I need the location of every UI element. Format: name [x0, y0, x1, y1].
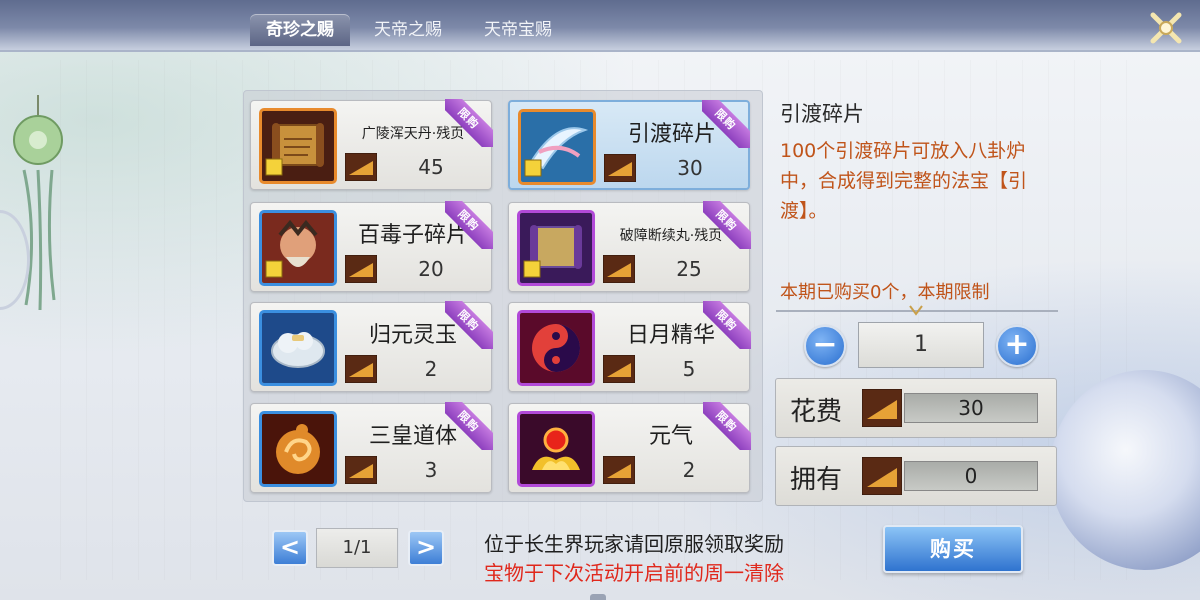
page-indicator: 1/1: [316, 528, 398, 568]
blade-fragment-icon: [518, 109, 596, 185]
item-price: 3: [424, 458, 438, 482]
purchase-limit-text: 本期已购买0个，本期限制: [780, 282, 990, 303]
purchase-limit-ribbon: 限购: [702, 100, 750, 148]
owned-value: 0: [904, 461, 1038, 491]
sun-moon-orb-icon: [517, 310, 595, 386]
item-price: 45: [418, 155, 444, 179]
tab-qizhen-zhici[interactable]: 奇珍之赐: [250, 14, 350, 46]
detail-title: 引渡碎片: [780, 102, 864, 126]
currency-icon: [604, 154, 636, 182]
item-price: 5: [682, 357, 696, 381]
currency-icon: [603, 456, 635, 484]
owned-box: 拥有 0: [775, 446, 1057, 506]
close-icon[interactable]: [1144, 6, 1188, 50]
buy-button[interactable]: 购买: [883, 525, 1023, 573]
purchase-limit-ribbon: 限购: [445, 99, 493, 147]
item-price: 25: [676, 257, 702, 281]
item-card-yuanqi[interactable]: 元气 2 限购: [508, 402, 751, 493]
lotus-flame-icon: [517, 411, 595, 487]
increase-quantity-button[interactable]: +: [996, 325, 1038, 367]
currency-icon: [603, 355, 635, 383]
divider-ornament-icon: [909, 305, 923, 316]
currency-icon: [345, 456, 377, 484]
purchase-limit-ribbon: 限购: [445, 201, 493, 249]
item-card-yindu-suipian[interactable]: 引渡碎片 30 限购: [508, 100, 750, 190]
next-page-button[interactable]: >: [408, 530, 444, 566]
bottom-handle: [590, 594, 606, 600]
cost-box: 花费 30: [775, 378, 1057, 438]
jade-cloud-icon: [259, 310, 337, 386]
item-card-guangling-huntiandan[interactable]: 广陵浑天丹·残页 45 限购: [250, 99, 493, 190]
prev-page-button[interactable]: <: [272, 530, 308, 566]
item-card-guiyuan-lingyu[interactable]: 归元灵玉 2 限购: [250, 301, 493, 392]
item-price: 30: [677, 156, 703, 180]
item-price: 2: [682, 458, 696, 482]
item-price: 20: [418, 257, 444, 281]
notice-return-server: 位于长生界玩家请回原服领取奖励: [484, 532, 784, 556]
tab-tiandi-baoci[interactable]: 天帝宝赐: [470, 14, 566, 46]
item-price: 2: [424, 357, 438, 381]
cost-label: 花费: [790, 397, 843, 427]
purchase-limit-ribbon: 限购: [703, 201, 751, 249]
warrior-portrait-icon: [259, 210, 337, 286]
currency-icon: [603, 255, 635, 283]
quantity-input[interactable]: 1: [858, 322, 984, 368]
cost-value: 30: [904, 393, 1038, 423]
purchase-limit-ribbon: 限购: [703, 402, 751, 450]
currency-icon: [345, 153, 377, 181]
item-card-riyue-jinghua[interactable]: 日月精华 5 限购: [508, 301, 751, 392]
purchase-limit-ribbon: 限购: [703, 301, 751, 349]
tab-tiandi-zhici[interactable]: 天帝之赐: [360, 14, 456, 46]
item-card-pozhang-duanxuwan[interactable]: 破障断续丸·残页 25 限购: [508, 201, 751, 292]
currency-icon: [345, 355, 377, 383]
notice-item-clear: 宝物于下次活动开启前的周一清除: [484, 561, 784, 585]
currency-icon: [862, 457, 902, 495]
top-bar: [0, 0, 1200, 52]
item-card-sanhuang-daoti[interactable]: 三皇道体 3 限购: [250, 402, 493, 493]
golden-swirl-icon: [259, 411, 337, 487]
owned-label: 拥有: [790, 465, 843, 495]
item-card-baiduzi-suipian[interactable]: 百毒子碎片 20 限购: [250, 201, 493, 292]
purple-scroll-fragment-icon: [517, 210, 595, 286]
currency-icon: [345, 255, 377, 283]
currency-icon: [862, 389, 902, 427]
purchase-limit-ribbon: 限购: [445, 402, 493, 450]
purchase-limit-ribbon: 限购: [445, 301, 493, 349]
detail-description: 100个引渡碎片可放入八卦炉中，合成得到完整的法宝【引渡】。: [780, 140, 1028, 222]
scroll-fragment-icon: [259, 108, 337, 184]
decrease-quantity-button[interactable]: −: [804, 325, 846, 367]
